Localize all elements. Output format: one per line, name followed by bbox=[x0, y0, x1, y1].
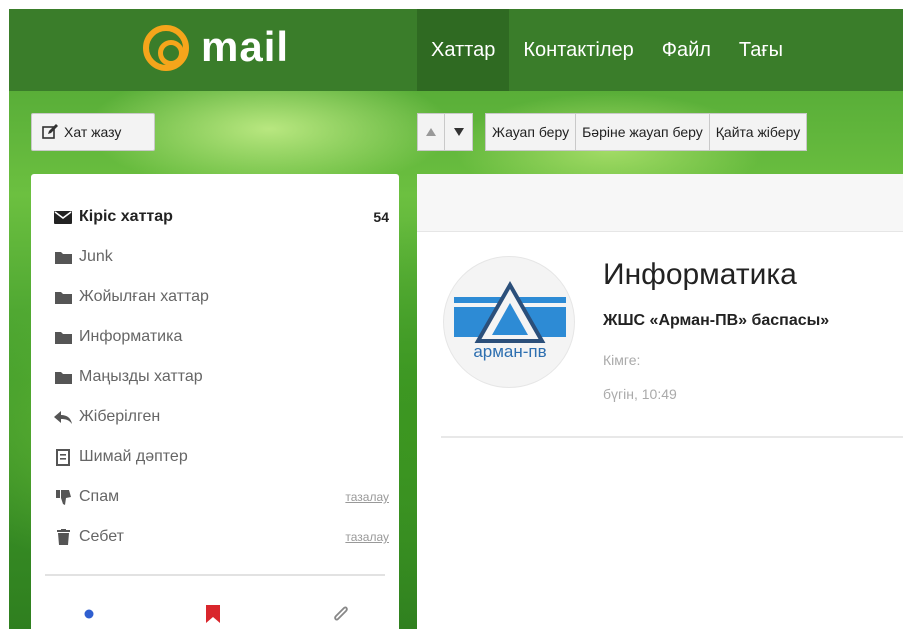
message-to-label: Кімге: bbox=[603, 352, 641, 368]
trash-icon bbox=[53, 529, 73, 545]
compose-button[interactable]: Хат жазу bbox=[31, 113, 155, 151]
folder-icon bbox=[53, 329, 73, 345]
folder-drafts[interactable]: Шимай дәптер bbox=[53, 442, 389, 472]
nav-tab-contacts[interactable]: Контактілер bbox=[509, 9, 647, 91]
message-view: арман-пв Информатика ЖШС «Арман-ПВ» басп… bbox=[417, 174, 903, 629]
message-navigation bbox=[417, 113, 473, 151]
next-message-button[interactable] bbox=[445, 113, 473, 151]
svg-text:арман-пв: арман-пв bbox=[473, 342, 546, 361]
folder-icon bbox=[53, 289, 73, 305]
folder-icon bbox=[53, 249, 73, 265]
nav-tab-more[interactable]: Тағы bbox=[725, 9, 797, 91]
message-header-strip bbox=[417, 174, 903, 232]
folder-sent[interactable]: Жіберілген bbox=[53, 402, 389, 432]
attachment-clip-icon[interactable] bbox=[329, 602, 353, 626]
reply-arrow-icon bbox=[53, 409, 73, 425]
folder-label: Кіріс хаттар bbox=[79, 208, 173, 225]
forward-button[interactable]: Қайта жіберу bbox=[709, 113, 808, 151]
folder-junk[interactable]: Junk bbox=[53, 242, 389, 272]
folder-label: Шимай дәптер bbox=[79, 448, 188, 465]
folder-label: Маңызды хаттар bbox=[79, 368, 203, 385]
folder-inbox[interactable]: Кіріс хаттар 54 bbox=[53, 202, 389, 232]
folder-important[interactable]: Маңызды хаттар bbox=[53, 362, 389, 392]
message-actions: Жауап беру Бәріне жауап беру Қайта жібер… bbox=[485, 113, 808, 151]
unread-count: 54 bbox=[373, 209, 389, 225]
arman-pv-logo: арман-пв bbox=[454, 280, 566, 361]
top-navigation: Хаттар Контактілер Файл Тағы bbox=[417, 9, 797, 91]
folder-label: Junk bbox=[79, 248, 113, 265]
folder-icon bbox=[53, 369, 73, 385]
message-subject: Информатика bbox=[603, 258, 797, 291]
draft-note-icon bbox=[53, 448, 73, 466]
message-sender[interactable]: ЖШС «Арман-ПВ» баспасы» bbox=[603, 312, 829, 330]
reply-all-button[interactable]: Бәріне жауап беру bbox=[576, 113, 710, 151]
arrow-down-icon bbox=[453, 128, 464, 136]
top-bar: mail Хаттар Контактілер Файл Тағы bbox=[9, 9, 903, 91]
unread-dot-icon[interactable] bbox=[77, 602, 101, 626]
nav-tab-files[interactable]: Файл bbox=[648, 9, 725, 91]
folder-deleted[interactable]: Жойылған хаттар bbox=[53, 282, 389, 312]
sidebar-divider bbox=[45, 574, 385, 576]
message-divider bbox=[441, 436, 903, 438]
folder-label: Спам bbox=[79, 488, 120, 505]
mail-logo[interactable]: mail bbox=[9, 9, 417, 91]
arrow-up-icon bbox=[426, 128, 436, 136]
sender-avatar: арман-пв bbox=[443, 256, 575, 388]
clear-spam-link[interactable]: тазалау bbox=[345, 490, 389, 504]
folder-label: Себет bbox=[79, 528, 124, 545]
folder-informatika[interactable]: Информатика bbox=[53, 322, 389, 352]
folder-label: Информатика bbox=[79, 328, 183, 345]
at-sign-icon bbox=[143, 25, 189, 71]
thumbs-down-icon bbox=[53, 489, 73, 505]
flag-bookmark-icon[interactable] bbox=[201, 602, 225, 626]
clear-trash-link[interactable]: тазалау bbox=[345, 530, 389, 544]
folder-sidebar: Кіріс хаттар 54 Junk Жойылған хаттар Инф… bbox=[31, 174, 399, 629]
folder-spam[interactable]: Спам тазалау bbox=[53, 482, 389, 512]
compose-label: Хат жазу bbox=[64, 124, 122, 140]
folder-trash[interactable]: Себет тазалау bbox=[53, 522, 389, 552]
previous-message-button[interactable] bbox=[417, 113, 445, 151]
reply-button[interactable]: Жауап беру bbox=[485, 113, 577, 151]
pencil-edit-icon bbox=[42, 124, 58, 139]
mail-app-window: mail Хаттар Контактілер Файл Тағы Хат жа… bbox=[9, 9, 903, 629]
folder-label: Жіберілген bbox=[79, 408, 161, 425]
envelope-icon bbox=[53, 209, 73, 225]
logo-text: mail bbox=[201, 23, 290, 70]
message-date: бүгін, 10:49 bbox=[603, 386, 677, 402]
folder-label: Жойылған хаттар bbox=[79, 288, 209, 305]
nav-tab-letters[interactable]: Хаттар bbox=[417, 9, 510, 91]
